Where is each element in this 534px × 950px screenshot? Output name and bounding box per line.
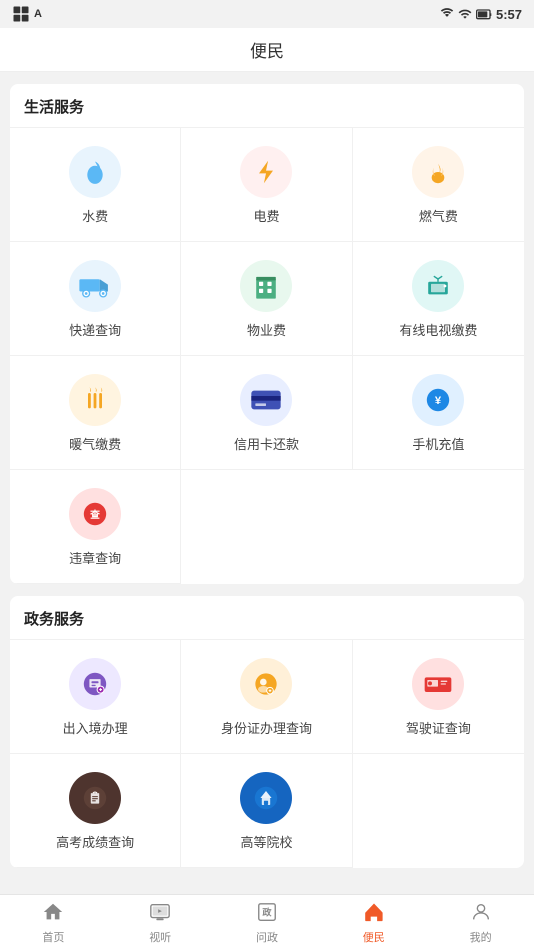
express-item[interactable]: 快递查询 xyxy=(10,242,181,356)
main-content: 生活服务 水费 电费 xyxy=(0,72,534,894)
water-item[interactable]: 水费 xyxy=(10,128,181,242)
nav-convenience-label: 便民 xyxy=(363,929,385,945)
gas-item[interactable]: 燃气费 xyxy=(353,128,524,242)
property-item[interactable]: 物业费 xyxy=(181,242,352,356)
life-services-card: 生活服务 水费 电费 xyxy=(10,84,524,584)
life-services-grid: 水费 电费 燃气费 xyxy=(10,127,524,584)
border-item[interactable]: 出入境办理 xyxy=(10,640,181,754)
cable-tv-icon-bg xyxy=(412,260,464,312)
express-icon-bg xyxy=(69,260,121,312)
gas-label: 燃气费 xyxy=(419,206,458,225)
cable-tv-item[interactable]: 有线电视缴费 xyxy=(353,242,524,356)
status-left: A xyxy=(12,5,42,23)
university-icon-bg xyxy=(240,772,292,824)
property-label: 物业费 xyxy=(247,320,286,339)
nav-mine[interactable]: 我的 xyxy=(427,895,534,950)
gas-icon-bg xyxy=(412,146,464,198)
mobile-recharge-item[interactable]: ¥ 手机充值 xyxy=(353,356,524,470)
gov-services-grid: 出入境办理 身份证办理查询 xyxy=(10,639,524,868)
mobile-recharge-label: 手机充值 xyxy=(412,434,464,453)
gaokao-icon-bg xyxy=(69,772,121,824)
heating-icon-bg xyxy=(69,374,121,426)
home-icon xyxy=(42,901,64,927)
svg-text:查: 查 xyxy=(89,508,100,521)
property-icon-bg xyxy=(240,260,292,312)
mine-icon xyxy=(470,901,492,927)
nav-media-label: 视听 xyxy=(149,929,171,945)
credit-card-label: 信用卡还款 xyxy=(234,434,299,453)
driving-icon-bg xyxy=(412,658,464,710)
heating-item[interactable]: 暖气缴费 xyxy=(10,356,181,470)
gov-services-title: 政务服务 xyxy=(10,608,524,639)
university-item[interactable]: 高等院校 xyxy=(181,754,352,868)
nav-home[interactable]: 首页 xyxy=(0,895,107,950)
express-label: 快递查询 xyxy=(69,320,121,339)
status-right: 5:57 xyxy=(440,7,522,22)
driving-item[interactable]: 驾驶证查询 xyxy=(353,640,524,754)
nav-convenience[interactable]: 便民 xyxy=(320,895,427,950)
media-icon xyxy=(149,901,171,927)
nav-media[interactable]: 视听 xyxy=(107,895,214,950)
nav-mine-label: 我的 xyxy=(470,929,492,945)
university-label: 高等院校 xyxy=(240,832,292,851)
page-title: 便民 xyxy=(250,37,284,62)
gaokao-item[interactable]: 高考成绩查询 xyxy=(10,754,181,868)
bottom-nav: 首页 视听 政 问政 便民 我的 xyxy=(0,894,534,950)
violation-item[interactable]: 查 违章查询 xyxy=(10,470,181,584)
electricity-label: 电费 xyxy=(253,206,279,225)
mobile-recharge-icon-bg: ¥ xyxy=(412,374,464,426)
life-services-title: 生活服务 xyxy=(10,96,524,127)
status-bar: A 5:57 xyxy=(0,0,534,28)
violation-label: 违章查询 xyxy=(69,548,121,567)
cable-tv-label: 有线电视缴费 xyxy=(399,320,477,339)
id-card-icon-bg xyxy=(240,658,292,710)
gaokao-label: 高考成绩查询 xyxy=(56,832,134,851)
credit-card-item[interactable]: 信用卡还款 xyxy=(181,356,352,470)
heating-label: 暖气缴费 xyxy=(69,434,121,453)
top-bar: 便民 xyxy=(0,28,534,72)
nav-home-label: 首页 xyxy=(42,929,64,945)
convenience-icon xyxy=(363,901,385,927)
water-label: 水费 xyxy=(82,206,108,225)
status-time: 5:57 xyxy=(496,7,522,22)
svg-text:¥: ¥ xyxy=(435,395,442,407)
border-label: 出入境办理 xyxy=(63,718,128,737)
gov-icon: 政 xyxy=(256,901,278,927)
gov-services-card: 政务服务 出入境办理 xyxy=(10,596,524,868)
credit-card-icon-bg xyxy=(240,374,292,426)
electricity-item[interactable]: 电费 xyxy=(181,128,352,242)
svg-text:政: 政 xyxy=(262,906,272,917)
water-icon-bg xyxy=(69,146,121,198)
driving-label: 驾驶证查询 xyxy=(406,718,471,737)
violation-icon-bg: 查 xyxy=(69,488,121,540)
nav-gov-label: 问政 xyxy=(256,929,278,945)
id-card-label: 身份证办理查询 xyxy=(221,718,312,737)
nav-gov[interactable]: 政 问政 xyxy=(214,895,321,950)
id-card-item[interactable]: 身份证办理查询 xyxy=(181,640,352,754)
border-icon-bg xyxy=(69,658,121,710)
electricity-icon-bg xyxy=(240,146,292,198)
